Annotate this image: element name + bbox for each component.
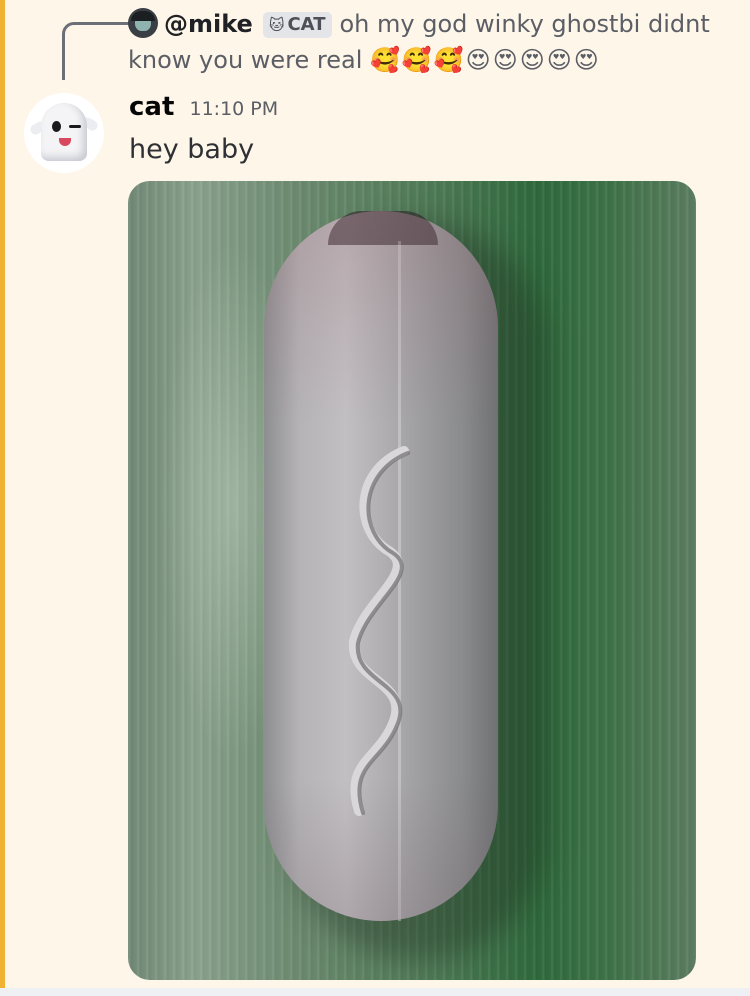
cat-icon: 🐱 [268, 16, 285, 34]
pill-object [264, 211, 498, 921]
replied-message-preview[interactable]: @mike 🐱 CAT oh my god winky ghostbi didnt k… [128, 6, 738, 78]
chat-view: @mike 🐱 CAT oh my god winky ghostbi didnt k… [0, 0, 750, 996]
message-header: cat 11:10 PM [129, 92, 278, 126]
author-avatar[interactable] [24, 93, 104, 173]
server-tag-label: CAT [287, 14, 326, 35]
reply-emojis: 🥰🥰🥰😍😍😍😍😍 [370, 46, 601, 74]
image-attachment[interactable] [128, 181, 696, 980]
composer-divider [0, 988, 750, 996]
author-name[interactable]: cat [129, 92, 174, 122]
message-content: hey baby [129, 134, 255, 165]
server-tag[interactable]: 🐱 CAT [262, 12, 332, 38]
message-timestamp[interactable]: 11:10 PM [189, 98, 278, 120]
reply-username[interactable]: @mike [164, 10, 253, 38]
wavy-ridge [348, 446, 410, 816]
reply-connector-line [62, 22, 132, 80]
mention-highlight-bar [0, 0, 5, 990]
reply-avatar[interactable] [128, 8, 158, 38]
